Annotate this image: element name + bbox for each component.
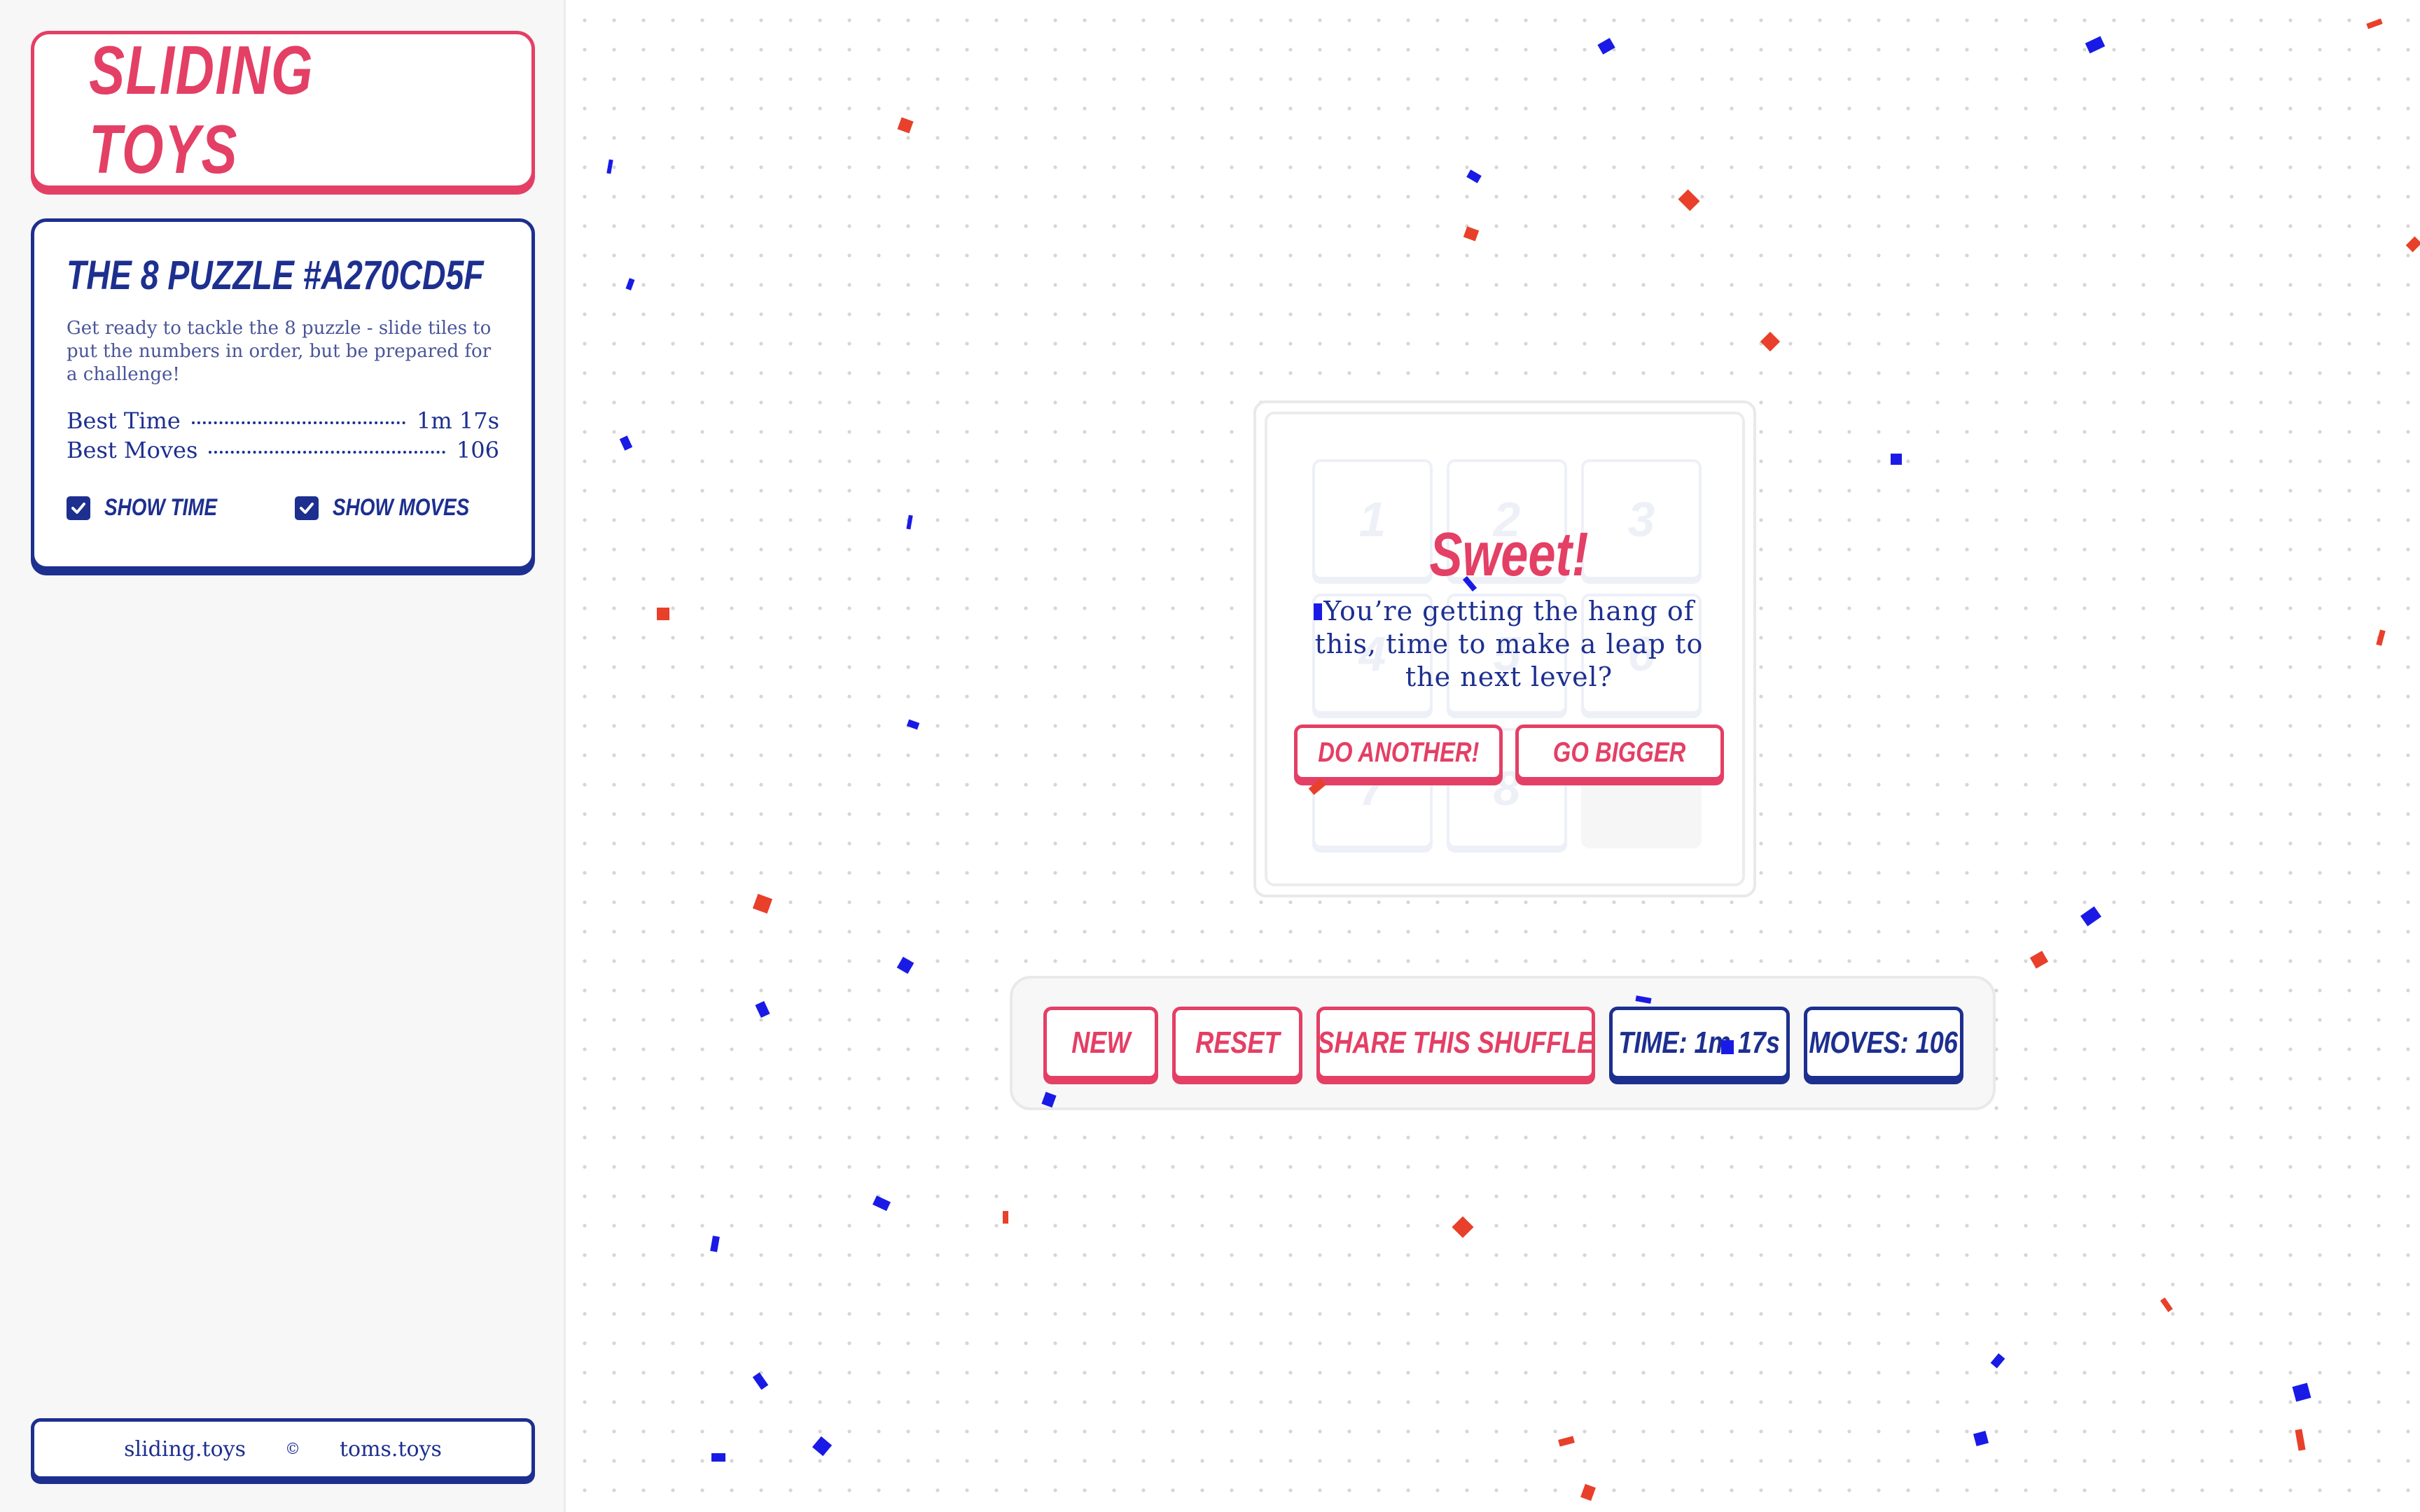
- show-time-checkbox[interactable]: [67, 496, 90, 520]
- confetti-piece: [1760, 331, 1781, 352]
- go-bigger-label: GO BIGGER: [1553, 736, 1686, 768]
- reset-label: RESET: [1195, 1026, 1280, 1060]
- confetti-piece: [2405, 236, 2420, 253]
- best-time-row: Best Time 1m 17s: [67, 406, 499, 435]
- display-options: SHOW TIME SHOW MOVES: [67, 494, 499, 522]
- confetti-piece: [2295, 1429, 2306, 1451]
- confetti-piece: [896, 956, 915, 974]
- copyright-symbol: ©: [284, 1440, 300, 1458]
- confetti-piece: [1463, 226, 1480, 241]
- confetti-piece: [2029, 951, 2049, 969]
- play-area: 1 2 3 4 5 6 7 8 Sweet! You’re getting th…: [566, 0, 2420, 1512]
- time-counter-label: TIME: 1m 17s: [1618, 1026, 1781, 1060]
- confetti-piece: [906, 719, 920, 730]
- show-moves-label: SHOW MOVES: [332, 494, 470, 521]
- new-button[interactable]: NEW: [1043, 1007, 1158, 1079]
- game-toolbar: NEW RESET SHARE THIS SHUFFLE TIME: 1m 17…: [1010, 976, 1996, 1110]
- moves-counter-label: MOVES: 106: [1809, 1026, 1959, 1060]
- confetti-piece: [2292, 1382, 2311, 1402]
- show-moves-toggle[interactable]: SHOW MOVES: [294, 494, 499, 522]
- confetti-piece: [752, 1372, 769, 1390]
- best-time-label: Best Time: [67, 407, 181, 434]
- show-time-label: SHOW TIME: [104, 494, 218, 521]
- confetti-piece: [752, 893, 773, 914]
- go-bigger-button[interactable]: GO BIGGER: [1515, 724, 1724, 780]
- confetti-piece: [1990, 1353, 2005, 1368]
- confetti-piece: [1558, 1436, 1575, 1447]
- confetti-piece: [711, 1453, 725, 1462]
- puzzle-board: 1 2 3 4 5 6 7 8 Sweet! You’re getting th…: [1253, 400, 1756, 897]
- win-dialog: Sweet! You’re getting the hang of this, …: [1288, 519, 1730, 780]
- best-moves-row: Best Moves 106: [67, 435, 499, 465]
- confetti-piece: [2085, 36, 2106, 54]
- confetti-piece: [2080, 906, 2101, 927]
- footer-site-link[interactable]: sliding.toys: [124, 1437, 246, 1462]
- app-logo: SLIDING TOYS: [89, 31, 314, 188]
- best-moves-value: 106: [456, 437, 499, 463]
- checkmark-icon: [299, 502, 314, 514]
- confetti-piece: [812, 1436, 833, 1457]
- show-moves-checkbox[interactable]: [294, 496, 319, 520]
- show-time-toggle[interactable]: SHOW TIME: [67, 494, 242, 522]
- share-shuffle-label: SHARE THIS SHUFFLE: [1317, 1026, 1594, 1060]
- footer: sliding.toys © toms.toys: [31, 1418, 535, 1480]
- confetti-piece: [1891, 454, 1902, 465]
- confetti-piece: [1973, 1430, 1989, 1447]
- confetti-piece: [897, 117, 914, 134]
- confetti-piece: [657, 608, 669, 620]
- puzzle-description: Get ready to tackle the 8 puzzle - slide…: [67, 318, 492, 385]
- best-time-value: 1m 17s: [416, 407, 499, 434]
- puzzle-title: THE 8 PUZZLE #A270CD5F: [67, 253, 484, 298]
- confetti-piece: [1678, 189, 1700, 211]
- puzzle-info-card: THE 8 PUZZLE #A270CD5F Get ready to tack…: [31, 218, 535, 570]
- confetti-piece: [2366, 18, 2383, 29]
- new-label: NEW: [1071, 1026, 1131, 1060]
- confetti-piece: [872, 1196, 891, 1211]
- win-actions: DO ANOTHER! GO BIGGER: [1288, 724, 1730, 780]
- confetti-piece: [1597, 38, 1615, 55]
- confetti-piece: [1003, 1211, 1008, 1224]
- board-grid: 1 2 3 4 5 6 7 8 Sweet! You’re getting th…: [1265, 412, 1745, 886]
- best-moves-label: Best Moves: [67, 437, 198, 463]
- confetti-piece: [906, 514, 913, 530]
- footer-owner-link[interactable]: toms.toys: [340, 1437, 442, 1462]
- leader-dots: [191, 421, 405, 424]
- win-title: Sweet!: [1429, 519, 1589, 589]
- confetti-piece: [1466, 169, 1482, 183]
- confetti-piece: [1452, 1216, 1474, 1238]
- sidebar: SLIDING TOYS THE 8 PUZZLE #A270CD5F Get …: [0, 0, 566, 1512]
- confetti-piece: [625, 278, 635, 290]
- do-another-label: DO ANOTHER!: [1317, 736, 1480, 768]
- confetti-piece: [2376, 629, 2386, 646]
- confetti-piece: [1580, 1483, 1596, 1502]
- win-message: You’re getting the hang of this, time to…: [1314, 596, 1704, 692]
- confetti-piece: [710, 1236, 720, 1252]
- confetti-piece: [2160, 1297, 2174, 1312]
- checkmark-icon: [71, 502, 85, 514]
- leader-dots: [209, 451, 445, 454]
- time-counter: TIME: 1m 17s: [1609, 1007, 1790, 1079]
- confetti-piece: [606, 159, 613, 174]
- confetti-piece: [755, 1000, 770, 1018]
- moves-counter: MOVES: 106: [1804, 1007, 1963, 1079]
- confetti-piece: [619, 435, 633, 451]
- reset-button[interactable]: RESET: [1172, 1007, 1302, 1079]
- share-shuffle-button[interactable]: SHARE THIS SHUFFLE: [1316, 1007, 1595, 1079]
- logo-card[interactable]: SLIDING TOYS: [31, 31, 535, 189]
- do-another-button[interactable]: DO ANOTHER!: [1294, 724, 1503, 780]
